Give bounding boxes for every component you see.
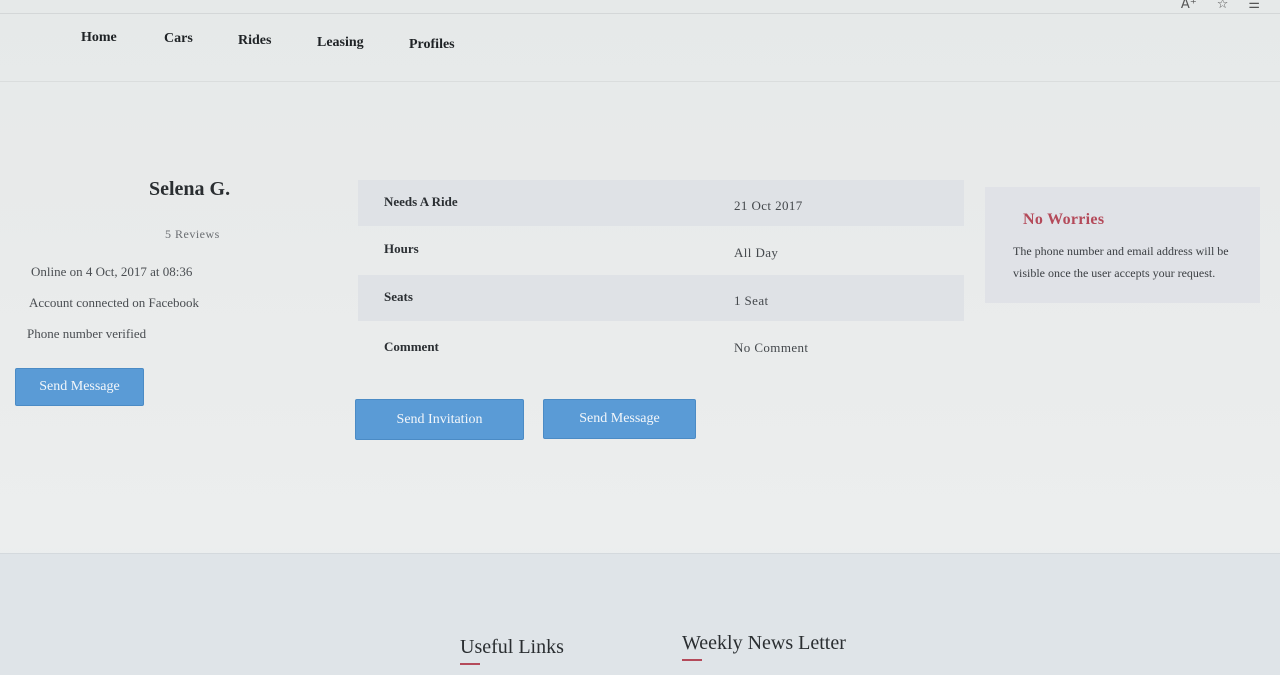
detail-label: Seats bbox=[384, 289, 413, 304]
main-nav: Home Cars Rides Leasing Profiles bbox=[0, 0, 1280, 82]
reviews-link[interactable]: 5 Reviews bbox=[165, 227, 220, 242]
detail-value: 21 Oct 2017 bbox=[734, 198, 803, 213]
phone-verification: Phone number verified bbox=[27, 326, 147, 341]
footer-divider bbox=[682, 659, 702, 661]
notice-text: The phone number and email address will … bbox=[1013, 244, 1229, 280]
detail-row: Comment No Comment bbox=[358, 324, 964, 370]
footer-newsletter-heading: Weekly News Letter bbox=[682, 632, 846, 654]
detail-label: Comment bbox=[384, 339, 439, 354]
nav-cars[interactable]: Cars bbox=[164, 31, 193, 47]
nav-rides[interactable]: Rides bbox=[238, 33, 271, 49]
profile-name: Selena G. bbox=[149, 178, 231, 200]
send-message-button[interactable]: Send Message bbox=[543, 399, 696, 439]
detail-value: 1 Seat bbox=[734, 293, 769, 308]
nav-profiles[interactable]: Profiles bbox=[409, 37, 455, 53]
detail-label: Hours bbox=[384, 241, 419, 256]
detail-value: All Day bbox=[734, 245, 779, 260]
detail-value: No Comment bbox=[734, 340, 809, 355]
profile-send-message-button[interactable]: Send Message bbox=[15, 368, 144, 406]
privacy-notice: No Worries The phone number and email ad… bbox=[985, 187, 1260, 303]
nav-home[interactable]: Home bbox=[81, 30, 117, 46]
notice-title: No Worries bbox=[1023, 211, 1105, 228]
detail-row: Hours All Day bbox=[358, 227, 964, 273]
footer-useful-links-heading: Useful Links bbox=[460, 636, 564, 658]
online-status: Online on 4 Oct, 2017 at 08:36 bbox=[31, 264, 193, 279]
detail-row: Seats 1 Seat bbox=[358, 275, 964, 321]
nav-leasing[interactable]: Leasing bbox=[317, 35, 364, 51]
send-invitation-button[interactable]: Send Invitation bbox=[355, 399, 524, 440]
detail-row: Needs A Ride 21 Oct 2017 bbox=[358, 180, 964, 226]
detail-label: Needs A Ride bbox=[384, 194, 458, 209]
facebook-verification: Account connected on Facebook bbox=[29, 295, 200, 310]
footer: Useful Links Weekly News Letter bbox=[0, 553, 1280, 675]
footer-divider bbox=[460, 663, 480, 665]
